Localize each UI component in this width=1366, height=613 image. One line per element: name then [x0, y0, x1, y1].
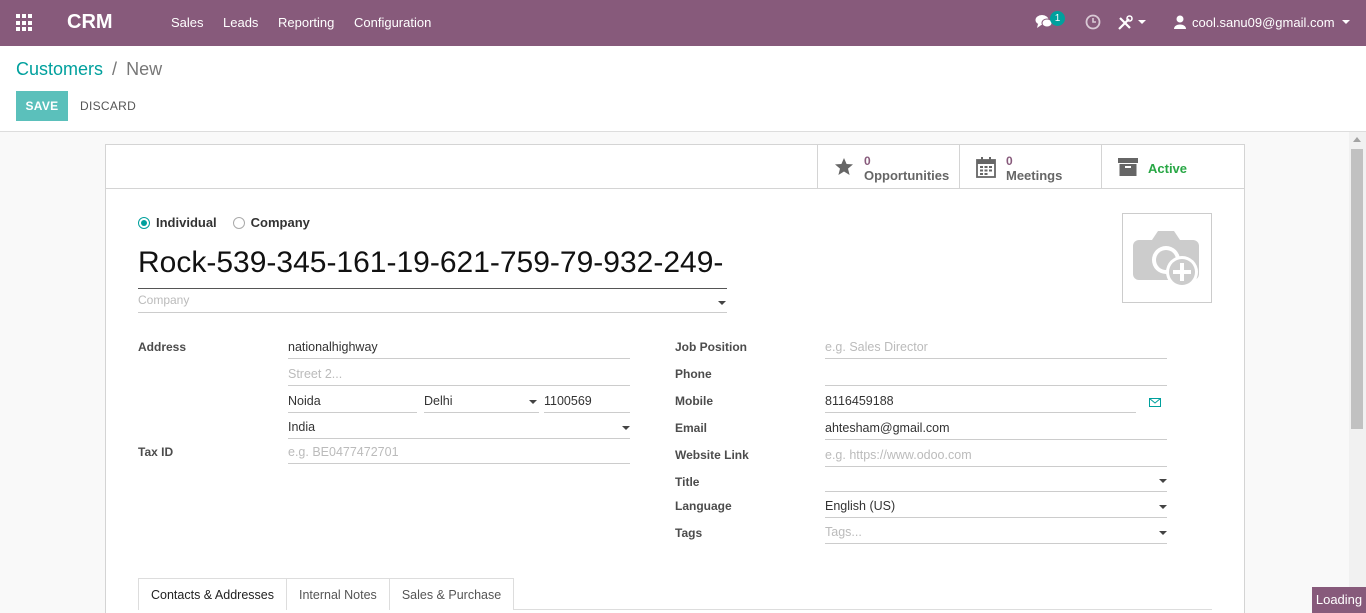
website-label: Website Link [675, 448, 749, 462]
page-scrollbar[interactable] [1349, 132, 1366, 613]
discard-button[interactable]: DISCARD [80, 91, 136, 121]
job-position-label: Job Position [675, 340, 747, 354]
city-input[interactable]: Noida [288, 391, 417, 413]
user-icon[interactable] [1174, 15, 1186, 29]
tab-sales-purchase[interactable]: Sales & Purchase [388, 578, 515, 610]
user-dropdown-caret-icon[interactable] [1342, 20, 1350, 24]
language-label: Language [675, 499, 732, 513]
menu-leads[interactable]: Leads [223, 15, 258, 30]
company-type-label[interactable]: Company [251, 215, 310, 230]
email-label: Email [675, 421, 708, 435]
chat-count-badge: 1 [1050, 11, 1065, 26]
notebook-tabs: Contacts & Addresses Internal Notes Sale… [138, 578, 1212, 610]
menu-reporting[interactable]: Reporting [278, 15, 334, 30]
individual-radio[interactable] [138, 216, 150, 229]
state-select[interactable]: Delhi [424, 391, 539, 413]
street2-input[interactable]: Street 2... [288, 364, 630, 386]
mobile-input[interactable]: 8116459188 [825, 391, 1136, 413]
clock-icon[interactable] [1085, 14, 1101, 30]
email-input[interactable]: ahtesham@gmail.com [825, 418, 1167, 440]
scrollbar-thumb[interactable] [1351, 149, 1363, 429]
tags-label: Tags [675, 526, 703, 540]
tags-dropdown-caret-icon[interactable] [1159, 531, 1167, 535]
parent-company-select[interactable]: Company [138, 293, 727, 313]
form-sheet: 0 Opportunities 0 Meetings Active Indivi… [105, 144, 1245, 613]
language-dropdown-caret-icon[interactable] [1159, 505, 1167, 509]
send-sms-icon[interactable] [1149, 398, 1161, 407]
control-panel: Customers / New SAVE DISCARD [0, 46, 1366, 132]
title-select[interactable] [825, 470, 1167, 492]
user-menu[interactable]: cool.sanu09@gmail.com [1192, 15, 1335, 30]
company-dropdown-caret-icon[interactable] [718, 301, 726, 305]
opportunities-label: Opportunities [864, 168, 950, 183]
street-input[interactable]: nationalhighway [288, 337, 630, 359]
meetings-count: 0 [1006, 154, 1013, 168]
scroll-up-arrow-icon[interactable] [1353, 137, 1361, 142]
state-value: Delhi [424, 394, 453, 408]
button-box: 0 Opportunities 0 Meetings Active [106, 145, 1244, 189]
tools-dropdown-caret-icon[interactable] [1138, 20, 1146, 24]
company-radio[interactable] [232, 216, 245, 229]
language-value: English (US) [825, 499, 896, 513]
title-label: Title [675, 475, 700, 489]
menu-sales[interactable]: Sales [171, 15, 204, 30]
breadcrumb-separator: / [112, 59, 118, 79]
website-input[interactable]: e.g. https://www.odoo.com [825, 445, 1167, 467]
country-value: India [288, 420, 316, 434]
tab-internal-notes[interactable]: Internal Notes [285, 578, 390, 610]
meetings-button[interactable]: 0 Meetings [959, 145, 1101, 189]
phone-label: Phone [675, 367, 712, 381]
top-navbar: CRM Sales Leads Reporting Configuration … [0, 0, 1366, 46]
opportunities-count: 0 [864, 154, 871, 168]
menu-configuration[interactable]: Configuration [354, 15, 431, 30]
title-dropdown-caret-icon[interactable] [1159, 479, 1167, 483]
camera-add-icon [1133, 231, 1199, 288]
tools-icon[interactable] [1117, 15, 1133, 31]
partner-name-input[interactable]: Rock-539-345-161-19-621-759-79-932-249- [138, 244, 727, 289]
breadcrumb-current: New [126, 59, 163, 79]
archive-icon [1118, 158, 1138, 176]
app-brand[interactable]: CRM [67, 11, 113, 34]
individual-label[interactable]: Individual [156, 215, 217, 230]
breadcrumb-customers[interactable]: Customers [16, 59, 103, 79]
tax-id-label: Tax ID [138, 445, 174, 459]
zip-input[interactable]: 1100569 [544, 391, 630, 413]
tab-contacts-addresses[interactable]: Contacts & Addresses [138, 578, 287, 610]
company-type-selector: Individual Company [138, 215, 310, 230]
save-button[interactable]: SAVE [16, 91, 68, 121]
tags-input[interactable]: Tags... [825, 522, 1167, 544]
phone-input[interactable] [825, 364, 1167, 386]
meetings-label: Meetings [1006, 168, 1063, 183]
avatar-upload[interactable] [1122, 213, 1212, 303]
state-dropdown-caret-icon[interactable] [529, 400, 537, 404]
language-select[interactable]: English (US) [825, 496, 1167, 518]
country-dropdown-caret-icon[interactable] [622, 426, 630, 430]
calendar-icon [976, 157, 996, 178]
loading-indicator: Loading [1312, 587, 1366, 613]
apps-menu-icon[interactable] [16, 14, 34, 32]
star-icon [835, 158, 853, 175]
tags-placeholder: Tags... [825, 525, 862, 539]
tax-id-input[interactable]: e.g. BE0477472701 [288, 442, 630, 464]
address-label: Address [138, 340, 187, 354]
country-select[interactable]: India [288, 417, 630, 439]
mobile-label: Mobile [675, 394, 713, 408]
breadcrumb: Customers / New [16, 59, 162, 80]
job-position-input[interactable]: e.g. Sales Director [825, 337, 1167, 359]
opportunities-button[interactable]: 0 Opportunities [817, 145, 959, 189]
active-label: Active [1148, 161, 1188, 176]
company-placeholder: Company [138, 293, 190, 307]
active-toggle-button[interactable]: Active [1101, 145, 1244, 189]
